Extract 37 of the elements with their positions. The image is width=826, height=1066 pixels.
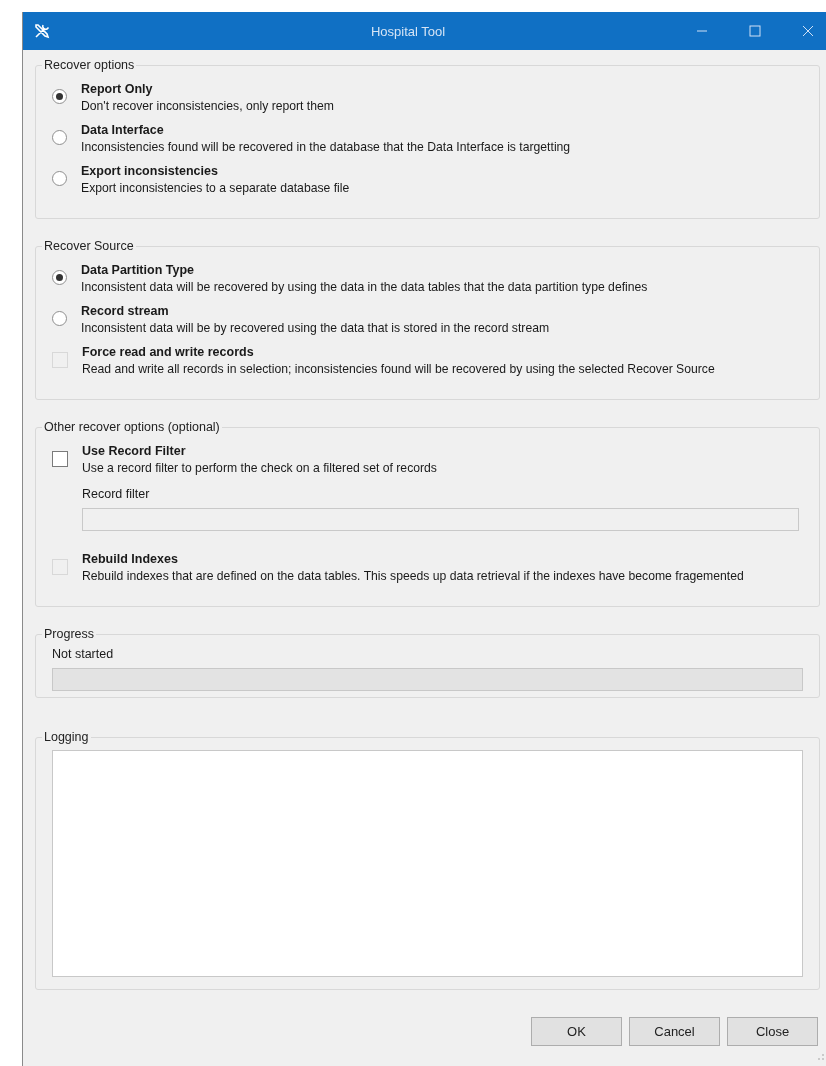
- window-title: Hospital Tool: [369, 23, 447, 39]
- maximize-icon[interactable]: [749, 25, 761, 37]
- option-description: Read and write all records in selection; inconsistencies found will be recovered by using the selected Recover Source: [82, 361, 716, 377]
- group-title: Other recover options (optional): [43, 420, 221, 434]
- group-title: Recover Source: [43, 239, 135, 253]
- tools-icon: [33, 22, 51, 40]
- option-description: Export inconsistencies to a separate database file: [81, 180, 351, 196]
- option-label: Data Interface: [81, 122, 165, 139]
- radio-button[interactable]: [52, 171, 67, 186]
- option-description: Rebuild indexes that are defined on the data tables. This speeds up data retrieval if the indexes have become fragemented: [82, 568, 745, 584]
- radio-button[interactable]: [52, 270, 67, 285]
- dialog-button[interactable]: Close: [727, 1017, 818, 1046]
- group-title: Recover options: [43, 58, 136, 72]
- dialog-button[interactable]: OK: [531, 1017, 622, 1046]
- option-label: Data Partition Type: [81, 262, 195, 279]
- option-label: Record stream: [81, 303, 170, 320]
- option-description: Inconsistencies found will be recovered in the database that the Data Interface is targetting: [81, 139, 572, 155]
- option-description: Inconsistent data will be recovered by using the data in the data tables that the data partition type defines: [81, 279, 649, 295]
- close-icon[interactable]: [802, 25, 814, 37]
- dialog-button[interactable]: Cancel: [629, 1017, 720, 1046]
- option-description: Use a record filter to perform the check on a filtered set of records: [82, 460, 438, 476]
- radio-button[interactable]: [52, 89, 67, 104]
- option-label: Use Record Filter: [82, 443, 187, 460]
- checkbox[interactable]: [52, 451, 68, 467]
- option-label: Export inconsistencies: [81, 163, 219, 180]
- progress-status: Not started: [52, 647, 115, 661]
- resize-grip-icon[interactable]: [818, 1054, 824, 1060]
- option-description: Don't recover inconsistencies, only report them: [81, 98, 335, 114]
- option-label: Report Only: [81, 81, 154, 98]
- group-title: Logging: [43, 730, 90, 744]
- option-description: Inconsistent data will be by recovered using the data that is stored in the record stream: [81, 320, 551, 336]
- radio-button[interactable]: [52, 130, 67, 145]
- option-label: Force read and write records: [82, 344, 255, 361]
- group-title: Progress: [43, 627, 96, 641]
- option-label: Rebuild Indexes: [82, 551, 179, 568]
- radio-button[interactable]: [52, 311, 67, 326]
- field-label: Record filter: [82, 486, 151, 502]
